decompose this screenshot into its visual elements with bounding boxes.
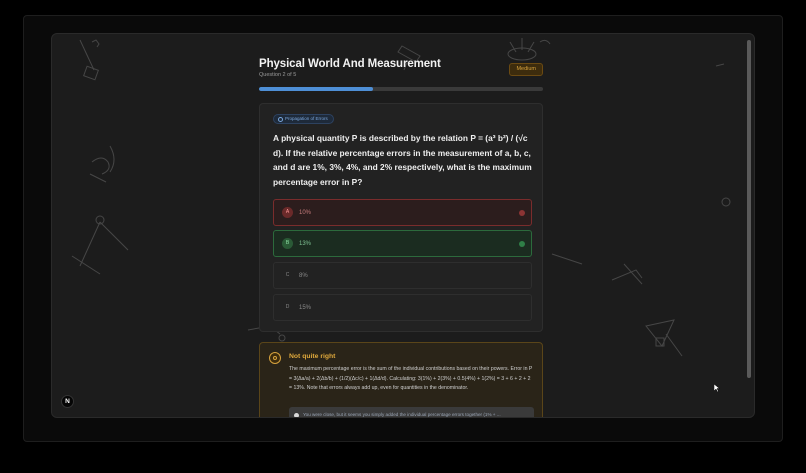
question-text: A physical quantity P is described by th… xyxy=(273,133,532,187)
app-logo-badge[interactable]: N xyxy=(61,395,74,408)
feedback-hint: You were close, but it seems you simply … xyxy=(289,407,534,417)
progress-bar-fill xyxy=(259,87,373,91)
feedback-explanation: The maximum percentage error is the sum … xyxy=(289,366,533,392)
formula-doodle-left xyxy=(89,145,115,183)
target-icon xyxy=(269,352,281,364)
feedback-card: Not quite right The maximum percentage e… xyxy=(259,342,543,417)
graph-doodle-right xyxy=(551,253,643,285)
option-letter: B xyxy=(282,238,293,249)
option-text: 15% xyxy=(299,304,312,311)
radiation-doodle-top-right xyxy=(507,38,551,61)
answer-option-b[interactable]: B 13% xyxy=(273,230,532,257)
topic-label: Propagation of Errors xyxy=(285,116,328,121)
wrong-indicator-icon xyxy=(519,210,525,216)
correct-indicator-icon xyxy=(519,241,525,247)
page-title: Physical World And Measurement xyxy=(259,58,441,70)
vertical-scrollbar[interactable] xyxy=(747,40,751,378)
option-text: 8% xyxy=(299,272,308,279)
prism-doodle-bottom-right xyxy=(645,319,683,357)
answer-option-a[interactable]: A 10% xyxy=(273,199,532,226)
mouse-cursor-icon xyxy=(714,384,720,393)
info-icon xyxy=(294,413,299,417)
answer-option-d[interactable]: D 15% xyxy=(273,294,532,321)
clock-icon xyxy=(278,116,283,122)
inclined-plane-doodle-left xyxy=(71,215,129,275)
question-counter: Question 2 of 5 xyxy=(259,72,297,78)
difficulty-badge: Medium xyxy=(509,63,543,76)
option-letter: A xyxy=(282,207,293,218)
feedback-title: Not quite right xyxy=(289,353,336,360)
app-window: Physical World And Measurement Question … xyxy=(51,33,755,418)
option-text: 10% xyxy=(299,209,312,216)
feedback-hint-text: You were close, but it seems you simply … xyxy=(303,412,501,417)
quiz-header: Physical World And Measurement Question … xyxy=(259,58,543,88)
pendulum-doodle-top-left xyxy=(79,39,100,81)
question-card: Propagation of Errors A physical quantit… xyxy=(259,103,543,332)
answer-option-c[interactable]: C 8% xyxy=(273,262,532,289)
option-text: 13% xyxy=(299,240,312,247)
topic-chip: Propagation of Errors xyxy=(273,114,334,124)
progress-bar xyxy=(259,87,543,91)
option-letter: D xyxy=(285,304,290,310)
doodle-far-right xyxy=(715,63,731,207)
option-letter: C xyxy=(285,272,290,278)
